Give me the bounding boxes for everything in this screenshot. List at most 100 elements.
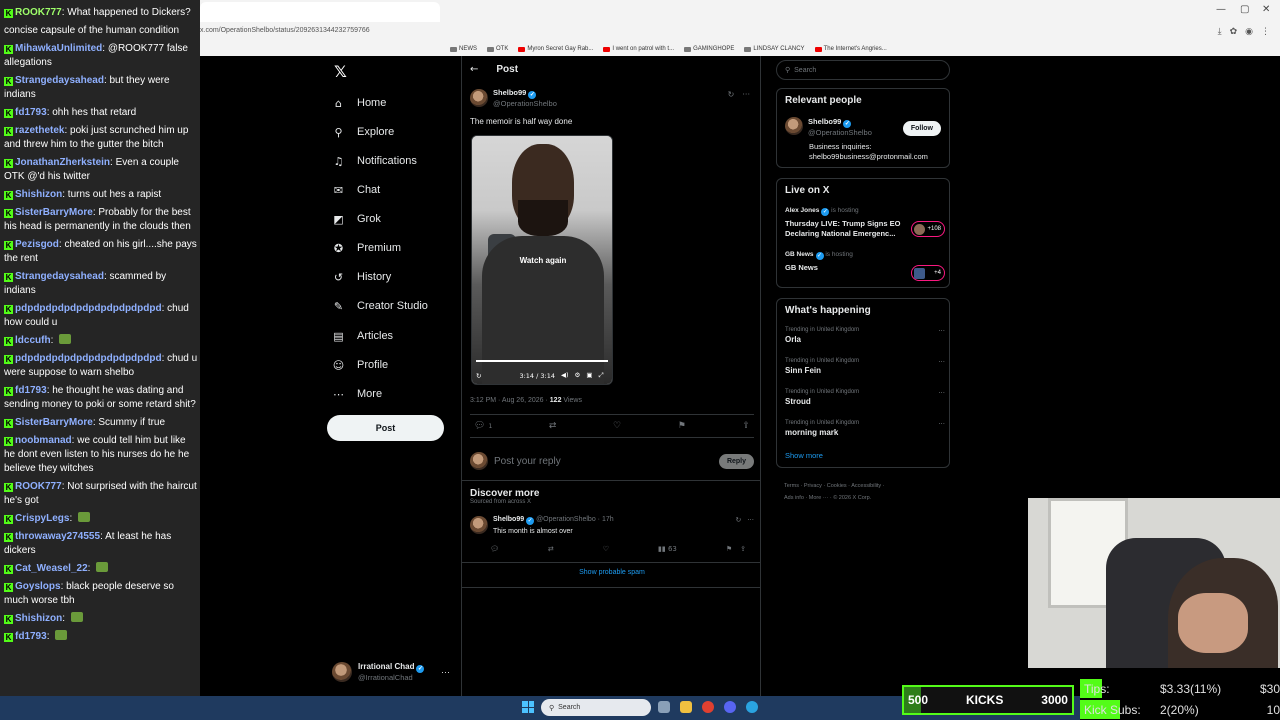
- nav-item-profile[interactable]: ☺ Profile: [332, 355, 388, 375]
- chat-username[interactable]: Cat_Weasel_22: [15, 563, 88, 574]
- nav-item-notifications[interactable]: ♫ Notifications: [332, 151, 417, 171]
- chat-username[interactable]: Strangedaysahead: [15, 75, 104, 86]
- chat-username[interactable]: pdpdpdpdpdpdpdpdpdpdpdpd: [15, 353, 162, 364]
- nav-item-explore[interactable]: ⚲ Explore: [332, 122, 394, 142]
- task-view-icon[interactable]: [658, 701, 670, 713]
- footer-line[interactable]: Ads info · More ··· · © 2026 X Corp.: [784, 492, 954, 504]
- chat-username[interactable]: razethetek: [15, 125, 64, 136]
- nav-item-home[interactable]: ⌂ Home: [332, 93, 386, 113]
- share-icon[interactable]: ⇪: [740, 545, 746, 553]
- bookmark-video[interactable]: The Internet's Angries...: [814, 43, 887, 55]
- chat-username[interactable]: ROOK777: [15, 481, 62, 492]
- download-icon[interactable]: ⤓: [1218, 27, 1222, 37]
- bookmark-icon[interactable]: ⚑: [678, 421, 686, 431]
- bookmark-icon[interactable]: ⚑: [726, 545, 732, 553]
- nav-item-creator-studio[interactable]: ✎ Creator Studio: [332, 296, 428, 316]
- chat-username[interactable]: Strangedaysahead: [15, 271, 104, 282]
- post-author[interactable]: Shelbo99 ✓ @OperationShelbo: [470, 88, 557, 108]
- reply-input[interactable]: Post your reply: [494, 456, 713, 467]
- search-input[interactable]: ⚲ Search: [776, 60, 950, 80]
- start-icon[interactable]: [522, 701, 534, 713]
- back-arrow-icon[interactable]: ←: [470, 64, 478, 75]
- chat-username[interactable]: noobmanad: [15, 435, 72, 446]
- show-probable-spam-link[interactable]: Show probable spam: [462, 569, 762, 576]
- bookmark-otk[interactable]: OTK: [487, 43, 508, 55]
- like-icon[interactable]: ♡: [603, 545, 609, 553]
- chat-username[interactable]: SisterBarryMore: [15, 207, 93, 218]
- chrome-icon[interactable]: [702, 701, 714, 713]
- chat-username[interactable]: CrispyLegs: [15, 513, 69, 524]
- show-more-link[interactable]: Show more: [785, 451, 823, 460]
- avatar[interactable]: [785, 117, 803, 135]
- replay-icon[interactable]: ↻: [476, 372, 481, 380]
- url-text[interactable]: x.com/OperationShelbo/status/20926313442…: [200, 27, 370, 34]
- repost-icon[interactable]: ⇄: [549, 421, 557, 431]
- footer-line[interactable]: Terms · Privacy · Cookies · Accessibilit…: [784, 480, 954, 492]
- chat-username[interactable]: ldccufh: [15, 335, 51, 346]
- grok-icon[interactable]: ↻: [728, 90, 735, 99]
- trend-item[interactable]: Trending in United Kingdom Orla ···: [785, 327, 945, 344]
- more-icon[interactable]: ···: [441, 667, 450, 677]
- minimize-icon[interactable]: —: [1216, 4, 1226, 15]
- maximize-icon[interactable]: ▢: [1240, 4, 1249, 15]
- chat-username[interactable]: fd1793: [15, 631, 47, 642]
- more-icon[interactable]: ···: [747, 516, 754, 524]
- more-icon[interactable]: ···: [742, 90, 750, 99]
- account-switcher[interactable]: Irrational Chad ✓ @IrrationalChad ···: [332, 662, 450, 682]
- close-icon[interactable]: ✕: [1262, 4, 1270, 15]
- trend-item[interactable]: Trending in United Kingdom Stroud ···: [785, 389, 945, 406]
- reply-icon[interactable]: 💬︎ 1: [474, 421, 492, 431]
- video-progress-bar[interactable]: [476, 360, 608, 362]
- bookmark-folder[interactable]: GAMINGHOPE: [684, 43, 734, 55]
- nav-item-grok[interactable]: ◩ Grok: [332, 209, 381, 229]
- avatar[interactable]: [470, 516, 488, 534]
- relevant-person[interactable]: Shelbo99 ✓ @OperationShelbo: [785, 117, 872, 137]
- nav-item-chat[interactable]: ✉ Chat: [332, 180, 380, 200]
- bookmark-news[interactable]: NEWS: [450, 43, 477, 55]
- address-bar[interactable]: x.com/OperationShelbo/status/20926313442…: [200, 24, 1280, 42]
- extension-icon[interactable]: ✿: [1230, 27, 1238, 37]
- reply-icon[interactable]: 💬︎: [490, 545, 499, 553]
- chat-username[interactable]: Goyslops: [15, 581, 61, 592]
- taskbar-search[interactable]: ⚲ Search: [541, 699, 651, 716]
- chat-username[interactable]: ROOK777: [15, 7, 62, 18]
- volume-icon[interactable]: ◀): [561, 371, 569, 380]
- chat-username[interactable]: fd1793: [15, 107, 47, 118]
- chat-username[interactable]: Shishizon: [15, 189, 62, 200]
- fullscreen-icon[interactable]: ⤢: [599, 371, 604, 380]
- chat-username[interactable]: pdpdpdpdpdpdpdpdpdpdpdpd: [15, 303, 162, 314]
- views-icon[interactable]: ▮▮ 63: [658, 545, 677, 553]
- bookmark-video[interactable]: Myron Secret Gay Rab...: [518, 43, 593, 55]
- profile-icon[interactable]: ◉: [1245, 27, 1253, 37]
- more-icon[interactable]: ···: [938, 420, 945, 428]
- post-button[interactable]: Post: [327, 415, 444, 441]
- discover-post[interactable]: Shelbo99 ✓ @OperationShelbo · 17h This mo…: [470, 516, 754, 535]
- bookmark-video[interactable]: I went on patrol with t...: [603, 43, 674, 55]
- follow-button[interactable]: Follow: [902, 121, 941, 136]
- telegram-icon[interactable]: [746, 701, 758, 713]
- nav-item-history[interactable]: ↺ History: [332, 267, 391, 287]
- more-icon[interactable]: ···: [938, 389, 945, 397]
- chat-username[interactable]: Pezisgod: [15, 239, 59, 250]
- trend-item[interactable]: Trending in United Kingdom Sinn Fein ···: [785, 358, 945, 375]
- chat-username[interactable]: MihawkaUnlimited: [15, 43, 102, 54]
- bio-email-link[interactable]: shelbo99business@protonmail.com: [809, 152, 928, 162]
- live-item[interactable]: GB News ✓ is hosting GB News +4: [785, 251, 945, 281]
- file-explorer-icon[interactable]: [680, 701, 692, 713]
- trend-item[interactable]: Trending in United Kingdom morning mark …: [785, 420, 945, 437]
- nav-item-articles[interactable]: ▤ Articles: [332, 326, 393, 346]
- more-icon[interactable]: ···: [938, 327, 945, 335]
- chat-username[interactable]: JonathanZherkstein: [15, 157, 110, 168]
- browser-tab[interactable]: [200, 2, 440, 22]
- chat-username[interactable]: throwaway274555: [15, 531, 100, 542]
- discord-icon[interactable]: [724, 701, 736, 713]
- chat-username[interactable]: fd1793: [15, 385, 47, 396]
- watch-again-button[interactable]: Watch again: [472, 256, 612, 265]
- reply-button[interactable]: Reply: [718, 453, 754, 469]
- more-icon[interactable]: ···: [938, 358, 945, 366]
- repost-icon[interactable]: ⇄: [548, 545, 554, 553]
- share-icon[interactable]: ⇪: [742, 421, 750, 431]
- x-logo-icon[interactable]: 𝕏: [334, 62, 347, 81]
- nav-item-more[interactable]: ⋯ More: [332, 384, 382, 404]
- settings-icon[interactable]: ⚙: [575, 371, 581, 380]
